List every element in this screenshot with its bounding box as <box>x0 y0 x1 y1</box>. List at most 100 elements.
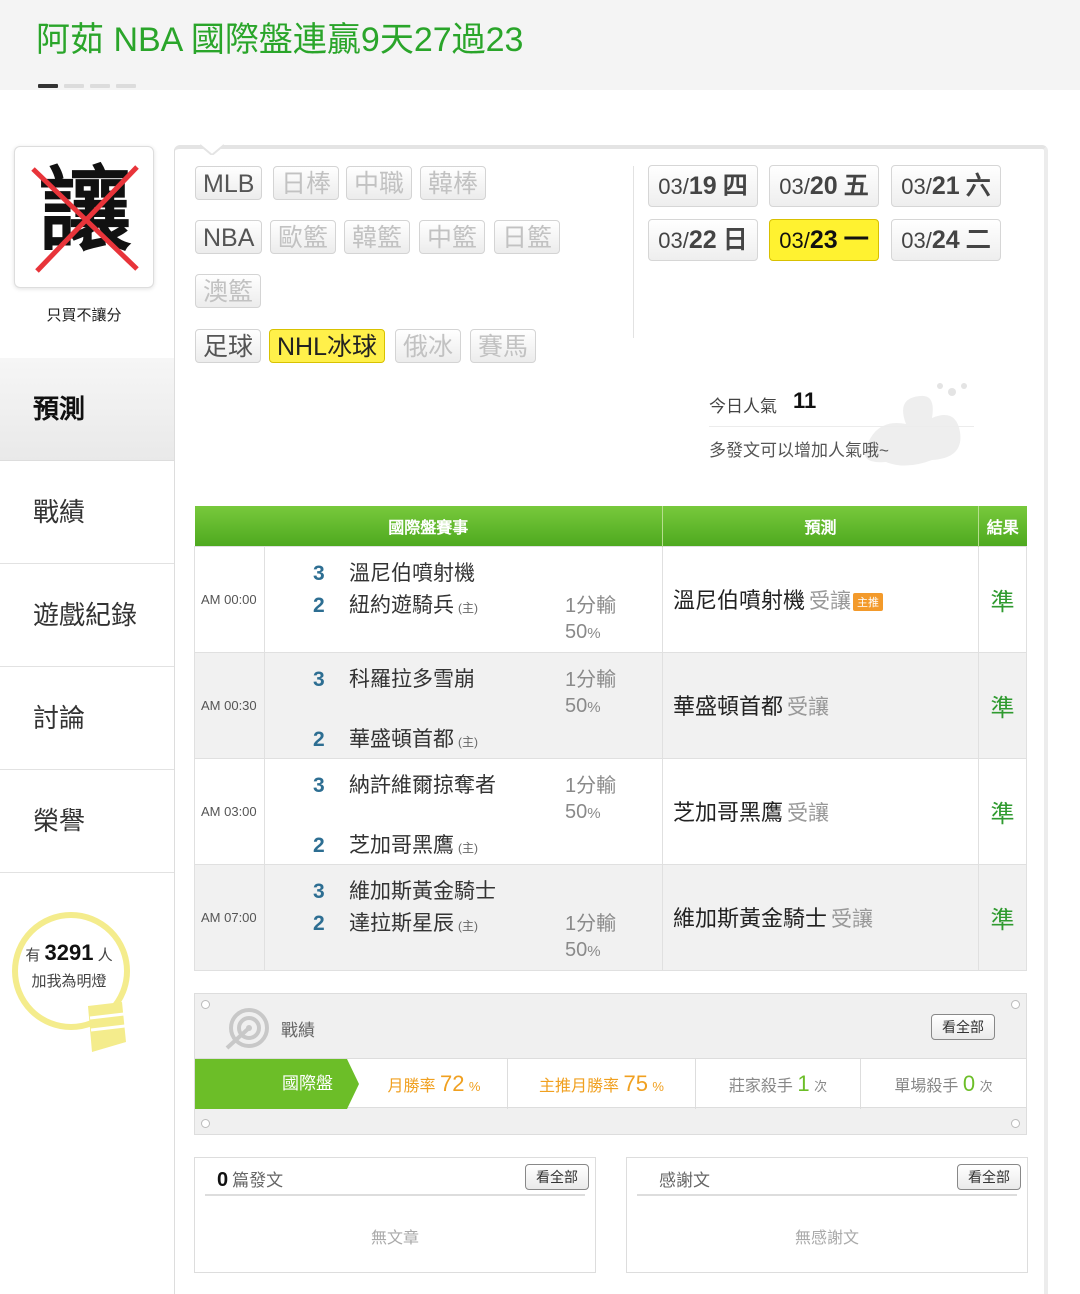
prediction-table: 國際盤賽事 預測 結果 AM 00:00 3 溫尼伯噴射機 2 紐約遊騎兵 (主) 1… <box>194 506 1028 971</box>
odds-percent-value: 50 <box>565 938 588 961</box>
avatar[interactable]: 讓 <box>14 146 154 288</box>
posts-empty-text: 無文章 <box>370 1230 419 1247</box>
category-khl[interactable]: 俄冰 <box>395 329 462 363</box>
home-team: 2 芝加哥黑鷹 (主) <box>313 829 478 859</box>
sidebar-item-record[interactable]: 戰績 <box>0 461 175 564</box>
away-score: 3 <box>313 879 325 903</box>
tab-international[interactable]: 國際盤 <box>195 1059 347 1109</box>
game-time: AM 00:00 <box>194 545 265 653</box>
home-team: 2 紐約遊騎兵 (主) <box>313 589 478 619</box>
stat-value: 0 <box>962 1071 976 1096</box>
sidebar-nav: 預測 戰績 遊戲紀錄 討論 榮譽 <box>0 358 175 873</box>
home-score: 2 <box>313 911 325 935</box>
away-team: 3 科羅拉多雪崩 <box>313 663 475 693</box>
date-button[interactable]: 03/24 二 <box>891 219 1001 261</box>
view-all-thanks-button[interactable]: 看全部 <box>957 1164 1021 1190</box>
date-button[interactable]: 03/19 四 <box>648 165 758 207</box>
target-icon <box>225 1008 269 1050</box>
table-row: AM 00:30 3 科羅拉多雪崩 2 華盛頓首都 (主) 1分輸 50% 華盛頓首都受… <box>194 651 1028 759</box>
away-score: 3 <box>313 561 325 585</box>
corner-dot <box>1011 1119 1020 1128</box>
date-button[interactable]: 03/22 日 <box>648 219 758 261</box>
away-team: 3 納許維爾掠奪者 <box>313 769 496 799</box>
cross-icon <box>31 165 139 273</box>
category-jp-basketball[interactable]: 日籃 <box>494 220 561 254</box>
result-cell: 準 <box>978 651 1028 759</box>
stat-unit: 次 <box>814 1079 828 1094</box>
category-eu-basketball[interactable]: 歐籃 <box>270 220 337 254</box>
category-kr-basketball[interactable]: 韓籃 <box>344 220 411 254</box>
category-soccer[interactable]: 足球 <box>195 329 262 363</box>
stat-banker-killer: 莊家殺手 1 次 <box>696 1059 860 1109</box>
date-weekday: 六 <box>965 172 991 200</box>
date-weekday: 四 <box>722 172 748 200</box>
table-row: AM 07:00 3 維加斯黃金騎士 2 達拉斯星辰 (主) 1分輸 50% 維加斯黃金… <box>194 863 1028 971</box>
date-day: 22 <box>688 226 717 254</box>
sidebar-item-discussion[interactable]: 討論 <box>0 667 175 770</box>
stat-unit: % <box>652 1079 664 1094</box>
carousel-dot[interactable] <box>38 84 58 88</box>
game-cell: 3 溫尼伯噴射機 2 紐約遊騎兵 (主) 1分輸 50% <box>263 545 664 653</box>
odds: 1分輸 50% <box>565 593 616 647</box>
game-cell: 3 納許維爾掠奪者 2 芝加哥黑鷹 (主) 1分輸 50% <box>263 757 664 865</box>
prediction-cell: 溫尼伯噴射機 受讓 主推 <box>662 545 980 653</box>
date-button-selected[interactable]: 03/23 一 <box>769 219 879 261</box>
column-header-match: 國際盤賽事 <box>194 506 664 546</box>
fans-subtitle: 加我為明燈 <box>31 973 107 990</box>
odds: 1分輸 50% <box>565 911 616 965</box>
pick-type: 受讓 <box>831 908 874 931</box>
category-nhl[interactable]: NHL冰球 <box>269 329 386 363</box>
sidebar-item-prediction[interactable]: 預測 <box>0 358 175 461</box>
posts-count: 0 <box>217 1169 229 1191</box>
home-mark: (主) <box>458 918 478 933</box>
home-team: 2 達拉斯星辰 (主) <box>313 907 478 937</box>
game-time: AM 00:30 <box>194 651 265 759</box>
odds-line: 1分輸 <box>565 668 617 691</box>
stat-unit: % <box>468 1079 481 1094</box>
odds: 1分輸 50% <box>565 667 616 721</box>
category-horse-racing[interactable]: 賽馬 <box>470 329 537 363</box>
odds-percent: 50% <box>565 937 616 965</box>
game-cell: 3 維加斯黃金騎士 2 達拉斯星辰 (主) 1分輸 50% <box>263 863 664 971</box>
result-cell: 準 <box>978 757 1028 865</box>
table-header-row: 國際盤賽事 預測 結果 <box>194 506 1027 546</box>
category-kr-baseball[interactable]: 韓棒 <box>420 166 487 200</box>
category-au-basketball[interactable]: 澳籃 <box>195 274 262 308</box>
main-pick-badge: 主推 <box>853 593 884 612</box>
carousel-dot[interactable] <box>90 84 110 88</box>
category-cn-basketball[interactable]: 中籃 <box>419 220 486 254</box>
pick-team: 芝加哥黑鷹 <box>673 800 784 825</box>
home-team-name: 華盛頓首都 <box>349 727 454 751</box>
category-jp-baseball[interactable]: 日棒 <box>273 166 340 200</box>
sidebar-item-honor[interactable]: 榮譽 <box>0 770 175 873</box>
stat-value: 75 <box>623 1071 648 1096</box>
odds-line: 1分輸 <box>565 594 617 617</box>
record-panel: 戰績 看全部 國際盤 月勝率 72 % 主推月勝率 75 % 莊家殺手 1 次 … <box>194 993 1027 1135</box>
stat-label: 月勝率 <box>387 1078 436 1095</box>
date-month: 03/ <box>779 174 810 199</box>
lightbulb-base-icon <box>88 1002 126 1052</box>
view-all-record-button[interactable]: 看全部 <box>931 1014 995 1040</box>
fans-count: 有 3291 人 <box>14 940 124 966</box>
date-weekday: 五 <box>843 172 869 200</box>
home-score: 2 <box>313 593 325 617</box>
home-team-name: 芝加哥黑鷹 <box>349 833 454 857</box>
stat-label: 莊家殺手 <box>728 1078 793 1095</box>
carousel-dot[interactable] <box>116 84 136 88</box>
date-month: 03/ <box>658 228 689 253</box>
date-day: 21 <box>931 172 960 200</box>
date-button[interactable]: 03/21 六 <box>891 165 1001 207</box>
prediction-cell: 維加斯黃金騎士 受讓 <box>662 863 980 971</box>
sidebar-item-game-log[interactable]: 遊戲紀錄 <box>0 564 175 667</box>
date-button[interactable]: 03/20 五 <box>769 165 879 207</box>
odds-line: 1分輸 <box>565 912 617 935</box>
home-team-name: 紐約遊騎兵 <box>349 593 454 617</box>
posts-label: 篇發文 <box>232 1171 284 1190</box>
column-header-result: 結果 <box>978 506 1027 546</box>
category-mlb[interactable]: MLB <box>195 166 263 200</box>
carousel-dot[interactable] <box>64 84 84 88</box>
category-nba[interactable]: NBA <box>195 220 263 254</box>
category-cpbl[interactable]: 中職 <box>346 166 413 200</box>
carousel-indicator <box>38 84 136 88</box>
view-all-posts-button[interactable]: 看全部 <box>525 1164 589 1190</box>
